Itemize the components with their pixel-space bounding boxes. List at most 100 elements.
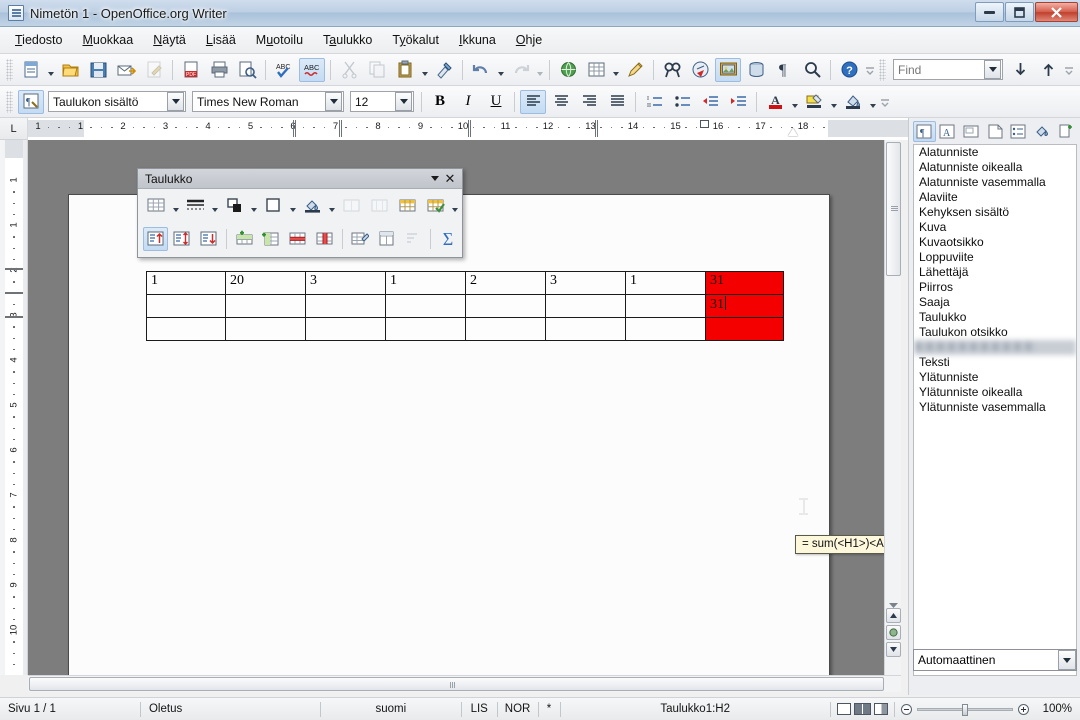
- table-cell-r3c4[interactable]: [385, 317, 466, 341]
- sum-icon[interactable]: Σ: [436, 227, 461, 251]
- print-preview-icon[interactable]: [234, 58, 260, 82]
- autospellcheck-icon[interactable]: ABC: [299, 57, 325, 82]
- next-page-button[interactable]: [886, 642, 901, 657]
- delete-row-icon[interactable]: [285, 227, 310, 251]
- menu-lisaa[interactable]: Lisää: [197, 30, 245, 50]
- background-color-dropdown-icon[interactable]: [287, 194, 298, 218]
- first-line-indent-marker[interactable]: [700, 119, 709, 128]
- unordered-list-button[interactable]: [669, 90, 695, 114]
- toolbar-overflow-icon[interactable]: [863, 58, 877, 82]
- fill-format-mode-icon[interactable]: [1031, 121, 1054, 142]
- find-previous-icon[interactable]: [1035, 58, 1061, 82]
- new-document-icon[interactable]: [18, 58, 44, 82]
- table-cell-r2c3[interactable]: [305, 294, 386, 318]
- previous-page-button[interactable]: [886, 608, 901, 623]
- find-toolbar-grip[interactable]: [879, 58, 886, 81]
- print-icon[interactable]: [206, 58, 232, 82]
- table-cell-r1c2[interactable]: 20: [225, 271, 306, 295]
- table-cell-r2c4[interactable]: [385, 294, 466, 318]
- align-right-button[interactable]: [576, 90, 602, 114]
- new-document-dropdown-icon[interactable]: [45, 58, 56, 82]
- table-cell-r2c1[interactable]: [146, 294, 226, 318]
- zoom-icon[interactable]: [799, 58, 825, 82]
- background-color-icon[interactable]: [260, 194, 286, 218]
- font-size-dropdown-icon[interactable]: [395, 92, 412, 111]
- email-document-icon[interactable]: [113, 58, 139, 82]
- formatting-toolbar-overflow-icon[interactable]: [878, 90, 892, 114]
- table-toolbar-titlebar[interactable]: Taulukko ✕: [138, 169, 462, 189]
- autoformat-table-icon[interactable]: [347, 227, 372, 251]
- edit-file-icon[interactable]: [141, 58, 167, 82]
- page-styles-icon[interactable]: [984, 121, 1007, 142]
- status-language[interactable]: suomi: [321, 701, 461, 718]
- table-cell-r2c7[interactable]: [625, 294, 706, 318]
- align-left-button[interactable]: [520, 89, 546, 114]
- style-filter-dropdown-icon[interactable]: [1058, 650, 1076, 670]
- status-insert-mode[interactable]: LIS: [462, 701, 497, 718]
- gallery-icon[interactable]: [715, 57, 741, 82]
- table-cell-r3c8[interactable]: [705, 317, 784, 341]
- close-icon[interactable]: ✕: [442, 171, 458, 187]
- chevron-down-icon[interactable]: [428, 171, 442, 187]
- scroll-down-arrow-icon[interactable]: [888, 598, 899, 608]
- ordered-list-button[interactable]: I II: [641, 90, 667, 114]
- paste-dropdown-icon[interactable]: [419, 58, 430, 82]
- table-row[interactable]: [146, 317, 784, 341]
- table-row[interactable]: 31: [146, 294, 784, 318]
- highlighting-button[interactable]: [801, 90, 827, 114]
- column-marker[interactable]: [295, 119, 296, 137]
- style-list-item[interactable]: Ylätunniste vasemmalla: [914, 400, 1076, 415]
- row-marker[interactable]: [5, 268, 23, 270]
- align-top-icon[interactable]: [143, 226, 168, 251]
- style-list-item[interactable]: Ylätunniste: [914, 370, 1076, 385]
- style-list-item[interactable]: Taulukko: [914, 310, 1076, 325]
- font-size-combo[interactable]: 12: [350, 91, 414, 112]
- zoom-slider-track[interactable]: [916, 703, 1013, 716]
- cut-icon[interactable]: [336, 58, 362, 82]
- vertical-ruler-strip[interactable]: 1 1 2 3 4 5 6 7 8 9 10: [5, 140, 23, 675]
- horizontal-ruler[interactable]: L 1123456789101112131415161718: [0, 117, 908, 140]
- style-list-item[interactable]: [914, 340, 1076, 355]
- background-color-dropdown-icon[interactable]: [867, 90, 878, 114]
- table-row[interactable]: 1 20 3 1 2 3 1 31: [146, 271, 784, 295]
- vertical-ruler[interactable]: 1 1 2 3 4 5 6 7 8 9 10: [0, 140, 28, 675]
- menu-ikkuna[interactable]: Ikkuna: [450, 30, 505, 50]
- export-pdf-icon[interactable]: PDF: [178, 58, 204, 82]
- style-list-item[interactable]: Saaja: [914, 295, 1076, 310]
- new-style-from-selection-icon[interactable]: [1054, 121, 1077, 142]
- insert-table-icon[interactable]: [583, 58, 609, 82]
- find-toolbar-overflow-icon[interactable]: [1062, 58, 1076, 82]
- line-color-dropdown-icon[interactable]: [248, 194, 259, 218]
- insert-column-icon[interactable]: [259, 227, 284, 251]
- bold-button[interactable]: B: [427, 90, 453, 114]
- book-view-button[interactable]: [873, 703, 888, 715]
- style-list-item[interactable]: Teksti: [914, 355, 1076, 370]
- table-cell-r1c4[interactable]: 1: [385, 271, 466, 295]
- style-list-item[interactable]: Taulukon otsikko: [914, 325, 1076, 340]
- font-name-dropdown-icon[interactable]: [325, 92, 342, 111]
- style-list-item[interactable]: Alatunniste oikealla: [914, 160, 1076, 175]
- data-sources-icon[interactable]: [743, 58, 769, 82]
- table-cell-r3c3[interactable]: [305, 317, 386, 341]
- menu-tiedosto[interactable]: Tiedosto: [6, 30, 71, 50]
- table-borders-dropdown-icon[interactable]: [170, 194, 181, 218]
- style-list-item[interactable]: Loppuviite: [914, 250, 1076, 265]
- document-page[interactable]: 120312313131 = sum(<H1>)<A1:G1>: [68, 194, 891, 675]
- document-table[interactable]: 1 20 3 1 2 3 1 31 31: [146, 271, 784, 341]
- style-list-item[interactable]: Alaviite: [914, 190, 1076, 205]
- multi-page-view-button[interactable]: [853, 703, 871, 715]
- table-borders-icon[interactable]: [143, 194, 169, 218]
- apply-style-icon[interactable]: ¶: [18, 89, 44, 114]
- column-marker[interactable]: [468, 119, 469, 137]
- column-marker[interactable]: [293, 119, 294, 137]
- close-button[interactable]: [1035, 2, 1078, 22]
- table-cell-r3c2[interactable]: [225, 317, 306, 341]
- table-cell-r3c6[interactable]: [545, 317, 626, 341]
- table-cell-r1c3[interactable]: 3: [305, 271, 386, 295]
- menu-muokkaa[interactable]: Muokkaa: [73, 30, 142, 50]
- line-style-icon[interactable]: [182, 194, 208, 218]
- paragraph-styles-icon[interactable]: ¶: [913, 120, 936, 142]
- table-cell-r3c1[interactable]: [146, 317, 226, 341]
- toolbar-grip[interactable]: [6, 58, 13, 81]
- italic-button[interactable]: I: [455, 90, 481, 114]
